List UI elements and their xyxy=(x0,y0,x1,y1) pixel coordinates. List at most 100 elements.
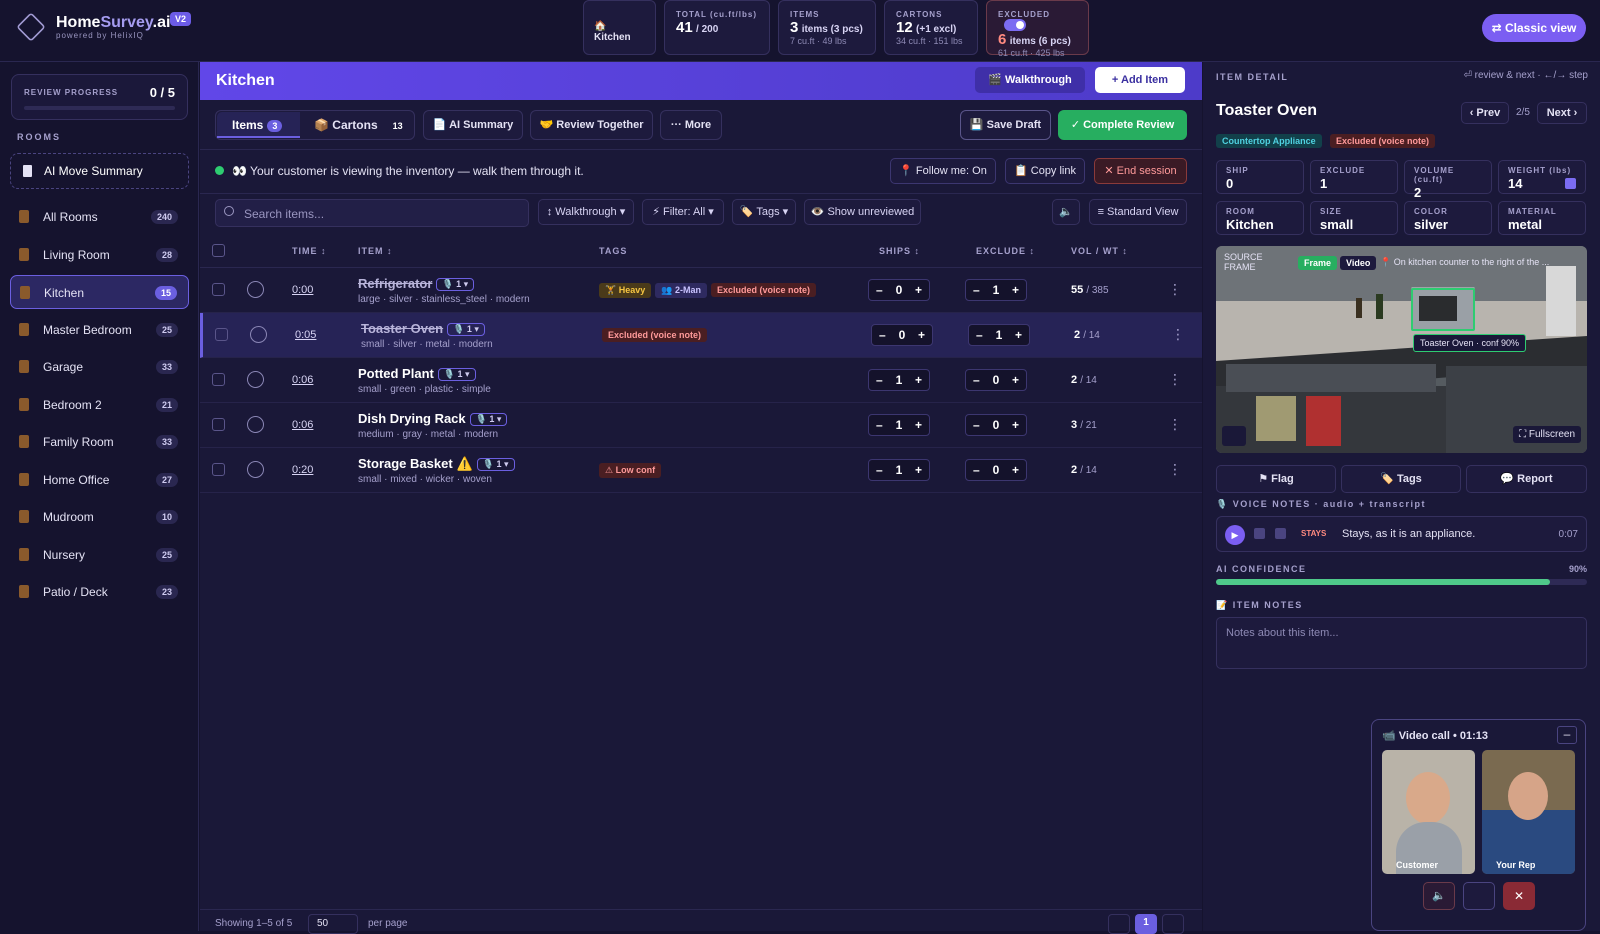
sidebar-room-family-room[interactable]: Family Room 33 xyxy=(10,425,189,459)
item-timestamp[interactable]: 0:06 xyxy=(292,374,313,386)
row-checkbox[interactable] xyxy=(212,418,225,431)
ai-summary-button[interactable]: 📄 AI Summary xyxy=(423,110,523,140)
increment-icon[interactable]: + xyxy=(915,463,922,477)
item-name-cell[interactable]: Refrigerator 🎙️ 1 ▾ xyxy=(358,276,475,291)
ships-stepper[interactable]: –1 + xyxy=(868,414,930,436)
row-menu-icon[interactable]: ⋮ xyxy=(1168,461,1182,478)
checkbox-icon[interactable] xyxy=(1565,178,1576,189)
play-icon[interactable]: ▶ xyxy=(1225,525,1245,545)
report-button[interactable]: 💬 Report xyxy=(1466,465,1587,493)
col-ships[interactable]: SHIPS ↕ xyxy=(879,246,920,256)
frame-tab[interactable]: Frame xyxy=(1298,256,1338,270)
detail-field-ship[interactable]: SHIP 0 xyxy=(1216,160,1304,194)
hang-up-icon[interactable]: ✕ xyxy=(1503,882,1535,910)
walkthrough-button[interactable]: 🎬 Walkthrough xyxy=(975,67,1085,93)
ai-move-summary-button[interactable]: AI Move Summary xyxy=(10,153,189,189)
camera-toggle-icon[interactable] xyxy=(1463,882,1495,910)
sidebar-room-home-office[interactable]: Home Office 27 xyxy=(10,463,189,497)
item-name-cell[interactable]: Potted Plant 🎙️ 1 ▾ xyxy=(358,366,476,381)
excluded-toggle[interactable] xyxy=(1004,19,1026,31)
exclude-stepper[interactable]: –1 + xyxy=(968,324,1030,346)
table-row[interactable]: 0:06 Potted Plant 🎙️ 1 ▾ small · green · pl… xyxy=(200,358,1202,403)
copy-link-button[interactable]: 📋 Copy link xyxy=(1005,158,1085,184)
voice-note-pill[interactable]: 🎙️ 1 ▾ xyxy=(476,458,515,471)
show-unreviewed-button[interactable]: 👁️ Show unreviewed xyxy=(804,199,921,225)
standard-view-button[interactable]: ≡ Standard View xyxy=(1089,199,1187,225)
room-stat[interactable]: 🏠 Kitchen xyxy=(583,0,656,55)
voice-note-pill[interactable]: 🎙️ 1 ▾ xyxy=(447,323,485,336)
item-notes-input[interactable]: Notes about this item... xyxy=(1216,617,1587,669)
exclude-stepper[interactable]: –0 + xyxy=(965,414,1027,436)
col-time[interactable]: TIME ↕ xyxy=(292,246,327,256)
increment-icon[interactable]: + xyxy=(915,283,922,297)
item-name-cell[interactable]: Storage Basket ⚠️ 🎙️ 1 ▾ xyxy=(358,456,515,472)
flag-button[interactable]: ⚑ Flag xyxy=(1216,465,1336,493)
detail-field-weight[interactable]: WEIGHT (lbs) 14 xyxy=(1498,160,1586,194)
detail-field-material[interactable]: MATERIAL metal xyxy=(1498,201,1586,235)
page-1-button[interactable]: 1 xyxy=(1135,914,1157,934)
exclude-stepper[interactable]: –1 + xyxy=(965,279,1027,301)
sidebar-room-all-rooms[interactable]: All Rooms 240 xyxy=(10,200,189,234)
minimize-call-button[interactable]: – xyxy=(1557,726,1577,744)
review-status-icon[interactable] xyxy=(247,416,264,433)
increment-icon[interactable]: + xyxy=(1012,463,1019,477)
ships-stepper[interactable]: –0 + xyxy=(871,324,933,346)
exclude-stepper[interactable]: –0 + xyxy=(965,369,1027,391)
review-status-icon[interactable] xyxy=(247,371,264,388)
item-timestamp[interactable]: 0:05 xyxy=(295,329,316,341)
end-session-button[interactable]: ✕ End session xyxy=(1094,158,1187,184)
detail-field-volume[interactable]: VOLUME (cu.ft) 2 xyxy=(1404,160,1492,200)
item-timestamp[interactable]: 0:20 xyxy=(292,464,313,476)
voice-note-pill[interactable]: 🎙️ 1 ▾ xyxy=(469,413,508,426)
detail-field-exclude[interactable]: EXCLUDE 1 xyxy=(1310,160,1398,194)
sidebar-room-garage[interactable]: Garage 33 xyxy=(10,350,189,384)
mute-icon[interactable]: 🔈 xyxy=(1052,199,1080,225)
voice-note-pill[interactable]: 🎙️ 1 ▾ xyxy=(436,278,475,291)
increment-icon[interactable]: + xyxy=(1015,328,1022,342)
row-menu-icon[interactable]: ⋮ xyxy=(1171,326,1185,343)
walkthrough-sort-dropdown[interactable]: ↕ Walkthrough ▾ xyxy=(538,199,634,225)
tab-cartons[interactable]: 📦 Cartons 13 xyxy=(314,118,408,132)
item-timestamp[interactable]: 0:06 xyxy=(292,419,313,431)
ships-stepper[interactable]: –1 + xyxy=(868,459,930,481)
sidebar-room-master-bedroom[interactable]: Master Bedroom 25 xyxy=(10,313,189,347)
detail-field-size[interactable]: SIZE small xyxy=(1310,201,1398,235)
add-item-button[interactable]: + Add Item xyxy=(1095,67,1185,93)
review-status-icon[interactable] xyxy=(247,281,264,298)
tab-items[interactable]: Items 3 xyxy=(217,112,300,138)
per-page-select[interactable]: 50 xyxy=(308,914,358,934)
more-button[interactable]: ··· More xyxy=(660,110,722,140)
table-row[interactable]: 0:20 Storage Basket ⚠️ 🎙️ 1 ▾ small · mixed … xyxy=(200,448,1202,493)
sidebar-room-living-room[interactable]: Living Room 28 xyxy=(10,238,189,272)
voice-note-pill[interactable]: 🎙️ 1 ▾ xyxy=(437,368,476,381)
review-together-button[interactable]: 🤝 Review Together xyxy=(530,110,653,140)
sidebar-room-patio-deck[interactable]: Patio / Deck 23 xyxy=(10,575,189,609)
tags-button[interactable]: 🏷️ Tags xyxy=(1341,465,1461,493)
follow-me-button[interactable]: 📍 Follow me: On xyxy=(890,158,996,184)
mute-mic-icon[interactable]: 🔈 xyxy=(1423,882,1455,910)
increment-icon[interactable]: + xyxy=(1012,283,1019,297)
save-draft-button[interactable]: 💾 Save Draft xyxy=(960,110,1051,140)
col-exclude[interactable]: EXCLUDE ↕ xyxy=(976,246,1035,256)
row-menu-icon[interactable]: ⋮ xyxy=(1168,371,1182,388)
video-tab[interactable]: Video xyxy=(1340,256,1377,270)
review-status-icon[interactable] xyxy=(250,326,267,343)
prev-item-button[interactable]: ‹ Prev xyxy=(1461,102,1509,124)
next-item-button[interactable]: Next › xyxy=(1537,102,1587,124)
detail-field-room[interactable]: ROOM Kitchen xyxy=(1216,201,1304,235)
row-checkbox[interactable] xyxy=(215,328,228,341)
search-input[interactable]: Search items... xyxy=(215,199,529,227)
row-menu-icon[interactable]: ⋮ xyxy=(1168,416,1182,433)
tags-dropdown[interactable]: 🏷️ Tags ▾ xyxy=(732,199,796,225)
complete-review-button[interactable]: ✓ Complete Review xyxy=(1058,110,1187,140)
increment-icon[interactable]: + xyxy=(915,418,922,432)
filter-dropdown[interactable]: ⚡ Filter: All ▾ xyxy=(642,199,724,225)
table-row[interactable]: 0:00 Refrigerator 🎙️ 1 ▾ large · silver · s… xyxy=(200,268,1202,313)
next-page-button[interactable] xyxy=(1162,914,1184,934)
increment-icon[interactable]: + xyxy=(1012,373,1019,387)
row-checkbox[interactable] xyxy=(212,463,225,476)
col-vol-wt[interactable]: VOL / WT ↕ xyxy=(1071,246,1128,256)
table-row[interactable]: 0:05 Toaster Oven 🎙️ 1 ▾ small · silver · m… xyxy=(200,313,1202,358)
select-all-checkbox[interactable] xyxy=(212,244,225,257)
increment-icon[interactable]: + xyxy=(1012,418,1019,432)
